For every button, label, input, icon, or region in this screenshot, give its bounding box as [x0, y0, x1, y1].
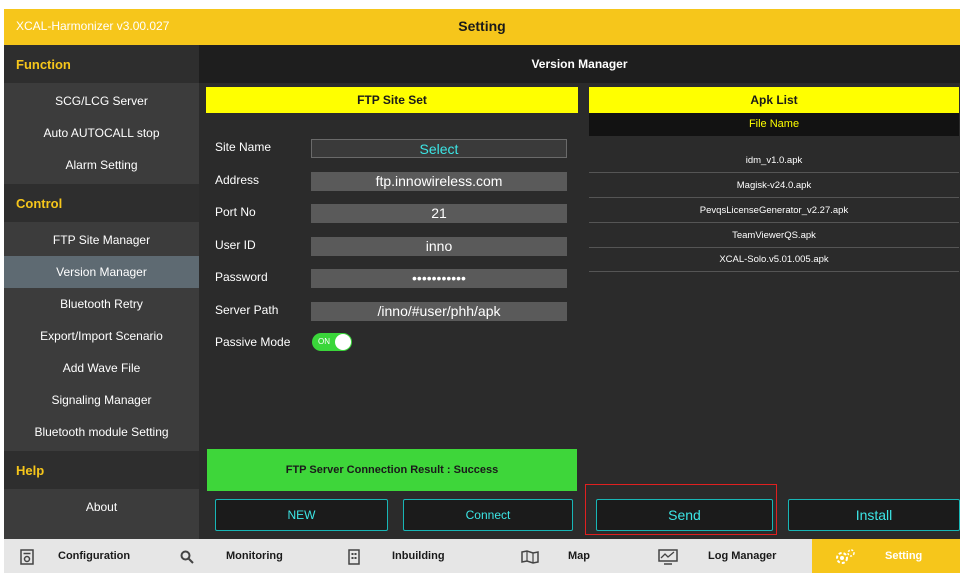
user-id-field[interactable]: inno [311, 237, 567, 256]
map-icon[interactable] [521, 539, 539, 573]
server-path-label: Server Path [215, 303, 279, 317]
send-highlight-box [585, 484, 777, 535]
sidebar-item-about[interactable]: About [4, 491, 199, 523]
password-field[interactable]: ••••••••••• [311, 269, 567, 288]
sidebar-item-signaling-manager[interactable]: Signaling Manager [4, 384, 199, 416]
install-button[interactable]: Install [788, 499, 960, 531]
apk-file-row[interactable]: XCAL-Solo.v5.01.005.apk [589, 248, 959, 272]
connect-button[interactable]: Connect [403, 499, 573, 531]
toggle-knob [335, 334, 351, 350]
passive-mode-label: Passive Mode [215, 335, 291, 349]
apk-file-row[interactable]: idm_v1.0.apk [589, 149, 959, 173]
title-bar: XCAL-Harmonizer v3.00.027 Setting [4, 9, 960, 45]
sidebar-item-add-wave-file[interactable]: Add Wave File [4, 352, 199, 384]
address-field[interactable]: ftp.innowireless.com [311, 172, 567, 191]
sidebar-item-export-import-scenario[interactable]: Export/Import Scenario [4, 320, 199, 352]
password-label: Password [215, 270, 268, 284]
sidebar: Function SCG/LCG Server Auto AUTOCALL st… [4, 45, 199, 539]
nav-setting-active[interactable]: Setting [812, 539, 960, 573]
passive-mode-toggle[interactable]: ON [312, 333, 352, 351]
sidebar-item-bluetooth-module-setting[interactable]: Bluetooth module Setting [4, 416, 199, 448]
new-button[interactable]: NEW [215, 499, 388, 531]
ftp-site-panel: FTP Site Set Site Name Select Address ft… [199, 83, 585, 539]
main-header: Version Manager [199, 45, 960, 83]
nav-inbuilding[interactable]: Inbuilding [392, 539, 445, 573]
nav-monitoring[interactable]: Monitoring [226, 539, 283, 573]
app-window: XCAL-Harmonizer v3.00.027 Setting Functi… [4, 9, 960, 573]
sidebar-item-scg-lcg-server[interactable]: SCG/LCG Server [4, 85, 199, 117]
nav-configuration[interactable]: Configuration [58, 539, 130, 573]
sidebar-item-auto-autocall-stop[interactable]: Auto AUTOCALL stop [4, 117, 199, 149]
port-field[interactable]: 21 [311, 204, 567, 223]
site-name-label: Site Name [215, 140, 272, 154]
sidebar-item-alarm-setting[interactable]: Alarm Setting [4, 149, 199, 181]
file-name-column-header: File Name [589, 113, 959, 136]
sidebar-item-ftp-site-manager[interactable]: FTP Site Manager [4, 224, 199, 256]
apk-file-row[interactable]: PevqsLicenseGenerator_v2.27.apk [589, 199, 959, 223]
sidebar-section-function: Function [4, 45, 199, 83]
page-title: Setting [458, 18, 506, 34]
sidebar-item-version-manager[interactable]: Version Manager [4, 256, 199, 288]
site-name-select[interactable]: Select [311, 139, 567, 158]
sidebar-section-control: Control [4, 184, 199, 222]
sidebar-section-help: Help [4, 451, 199, 489]
server-path-field[interactable]: /inno/#user/phh/apk [311, 302, 567, 321]
apk-file-row[interactable]: Magisk-v24.0.apk [589, 174, 959, 198]
apk-list-panel: Apk List File Name idm_v1.0.apk Magisk-v… [585, 83, 960, 539]
apk-file-row[interactable]: TeamViewerQS.apk [589, 224, 959, 248]
building-icon[interactable] [347, 539, 361, 573]
sidebar-item-bluetooth-retry[interactable]: Bluetooth Retry [4, 288, 199, 320]
log-manager-icon[interactable] [658, 539, 678, 573]
connection-result-banner: FTP Server Connection Result : Success [207, 449, 577, 491]
apk-panel-header: Apk List [589, 87, 959, 113]
configuration-icon[interactable] [20, 539, 34, 573]
address-label: Address [215, 173, 260, 187]
settings-gear-icon [834, 539, 856, 573]
port-label: Port No [215, 205, 256, 219]
nav-setting: Setting [885, 550, 923, 562]
ftp-panel-header: FTP Site Set [206, 87, 578, 113]
nav-log-manager[interactable]: Log Manager [708, 539, 776, 573]
search-icon[interactable] [180, 539, 194, 573]
nav-map[interactable]: Map [568, 539, 590, 573]
toggle-on-text: ON [318, 337, 330, 346]
bottom-nav: Configuration Monitoring Inbuilding Map … [4, 539, 960, 573]
user-id-label: User ID [215, 238, 256, 252]
